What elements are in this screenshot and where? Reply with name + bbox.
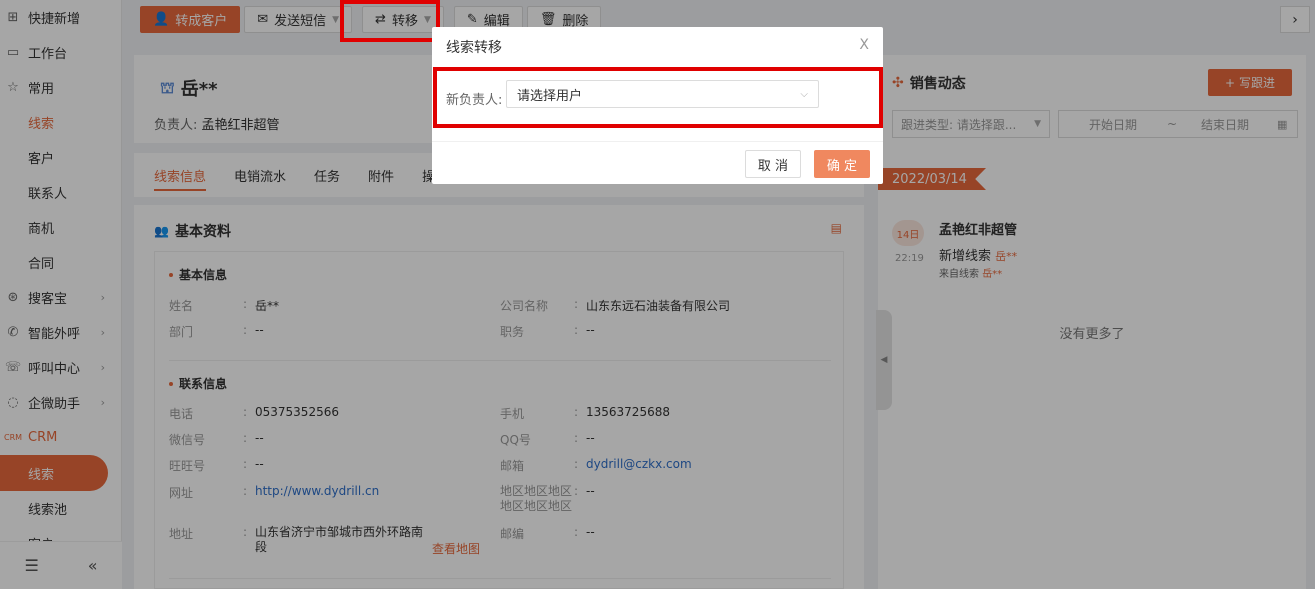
modal-title: 线索转移 (446, 40, 502, 56)
highlight-box-transfer (340, 0, 440, 42)
highlight-box-owner-select (433, 67, 883, 128)
divider (432, 141, 883, 142)
cancel-button[interactable]: 取 消 (745, 150, 801, 178)
confirm-button[interactable]: 确 定 (814, 150, 870, 178)
close-icon[interactable]: X (859, 37, 869, 53)
